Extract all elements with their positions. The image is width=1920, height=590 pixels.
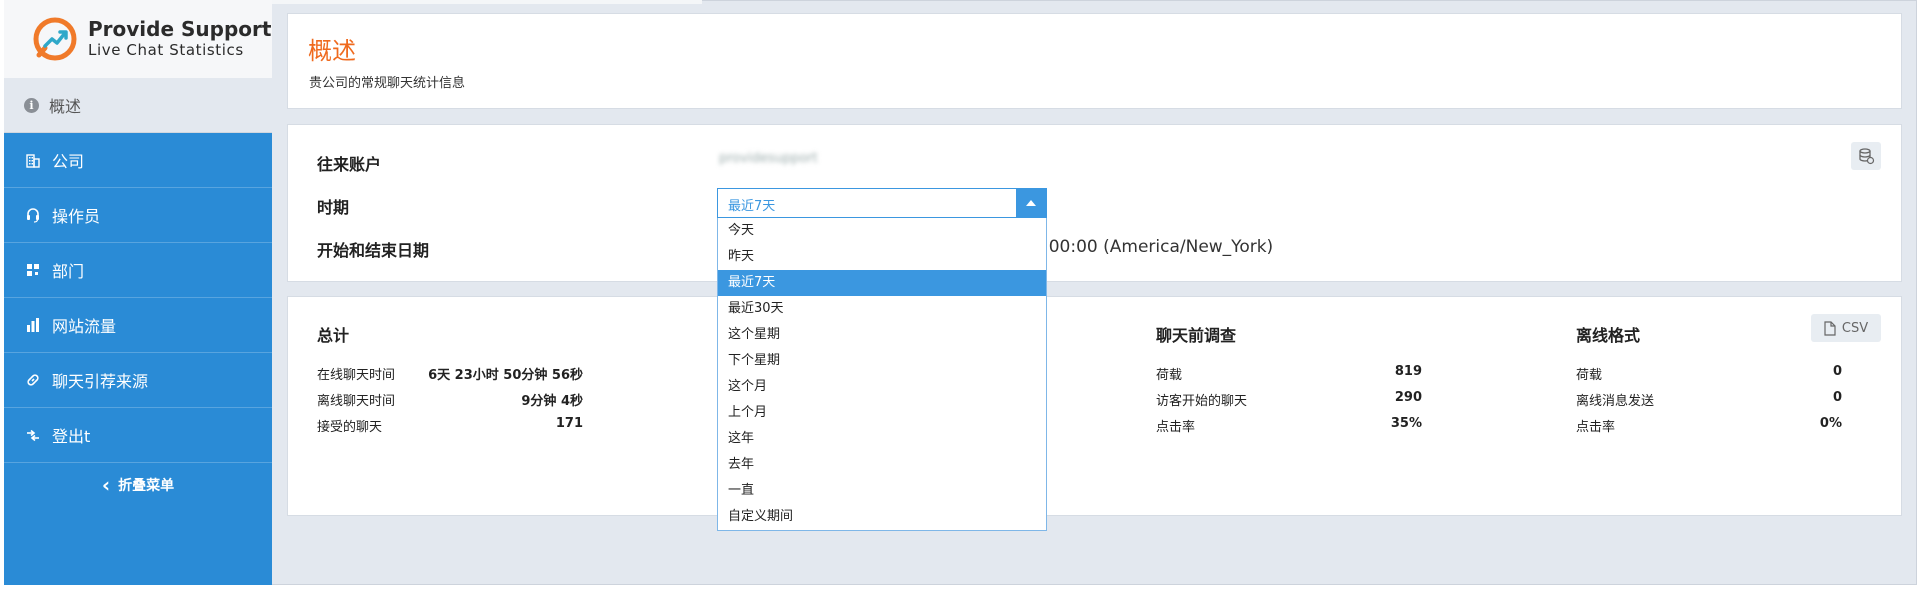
stat-value: 9分钟 4秒 bbox=[521, 394, 583, 409]
stat-value: 0% bbox=[1819, 416, 1842, 431]
stat-label: 离线消息发送 bbox=[1576, 394, 1655, 409]
database-button[interactable] bbox=[1851, 142, 1881, 170]
period-option[interactable]: 去年 bbox=[718, 452, 1046, 478]
offline-form-title: 离线格式 bbox=[1576, 326, 1641, 345]
sidebar-item-label: 登出t bbox=[52, 427, 91, 446]
period-option[interactable]: 这年 bbox=[718, 426, 1046, 452]
sidebar-item-label: 概述 bbox=[49, 97, 82, 116]
sidebar-item-overview[interactable]: i 概述 bbox=[4, 78, 272, 133]
period-dropdown: 今天 昨天 最近7天 最近30天 这个星期 下个星期 这个月 上个月 这年 去年… bbox=[717, 218, 1047, 531]
sidebar-item-company[interactable]: 公司 bbox=[4, 133, 272, 188]
logout-icon bbox=[24, 426, 42, 444]
csv-export-button[interactable]: CSV bbox=[1811, 314, 1881, 342]
sidebar-item-logout[interactable]: 登出t bbox=[4, 408, 272, 463]
logo-icon bbox=[33, 17, 77, 61]
pre-chat-title: 聊天前调查 bbox=[1156, 326, 1237, 345]
stat-label: 在线聊天时间 bbox=[317, 368, 396, 383]
account-value: providesupport bbox=[719, 151, 818, 166]
sidebar-item-label: 公司 bbox=[52, 152, 85, 171]
sidebar-item-label: 聊天引荐来源 bbox=[52, 372, 149, 391]
period-option[interactable]: 这个月 bbox=[718, 374, 1046, 400]
brand-title: Provide Support bbox=[88, 17, 272, 41]
database-icon bbox=[1859, 148, 1875, 165]
file-icon bbox=[1824, 320, 1836, 336]
bar-chart-icon bbox=[24, 316, 42, 334]
stat-label: 荷载 bbox=[1576, 368, 1603, 383]
stat-value: 35% bbox=[1390, 416, 1422, 431]
period-option[interactable]: 昨天 bbox=[718, 244, 1046, 270]
period-option[interactable]: 上个月 bbox=[718, 400, 1046, 426]
logo-area[interactable]: Provide Support Live Chat Statistics bbox=[4, 0, 272, 78]
stat-value: 6天 23小时 50分钟 56秒 bbox=[428, 368, 583, 383]
date-range-value: :00:00 (America/New_York) bbox=[1043, 237, 1274, 257]
period-option[interactable]: 最近30天 bbox=[718, 296, 1046, 322]
stat-value: 0 bbox=[1832, 364, 1842, 379]
date-range-label: 开始和结束日期 bbox=[317, 241, 430, 260]
sidebar-nav: 公司 操作员 部门 网站流量 聊天引荐来源 登出t bbox=[4, 133, 272, 463]
chevron-left-icon: ‹ bbox=[101, 473, 111, 497]
stat-value: 819 bbox=[1394, 364, 1422, 379]
period-option[interactable]: 自定义期间 bbox=[718, 504, 1046, 530]
period-option[interactable]: 今天 bbox=[718, 218, 1046, 244]
stat-label: 接受的聊天 bbox=[317, 420, 383, 435]
collapse-menu-label: 折叠菜单 bbox=[118, 478, 175, 494]
stat-value: 0 bbox=[1832, 390, 1842, 405]
headset-icon bbox=[24, 206, 42, 224]
stat-label: 点击率 bbox=[1576, 420, 1616, 435]
sidebar-item-label: 网站流量 bbox=[52, 317, 117, 336]
stats-panel: CSV 总计 在线聊天时间 6天 23小时 50分钟 56秒 离线聊天时间 9分… bbox=[287, 296, 1902, 516]
sidebar-item-label: 操作员 bbox=[52, 207, 101, 226]
sidebar-item-operators[interactable]: 操作员 bbox=[4, 188, 272, 243]
csv-label: CSV bbox=[1841, 320, 1869, 336]
stat-label: 访客开始的聊天 bbox=[1156, 394, 1248, 409]
period-option[interactable]: 下个星期 bbox=[718, 348, 1046, 374]
period-option[interactable]: 这个星期 bbox=[718, 322, 1046, 348]
stat-value: 290 bbox=[1394, 390, 1422, 405]
filters-panel: 往来账户 providesupport 时期 开始和结束日期 :00:00 (A… bbox=[287, 124, 1902, 282]
sidebar-item-traffic[interactable]: 网站流量 bbox=[4, 298, 272, 353]
overview-header-panel: 概述 贵公司的常规聊天统计信息 bbox=[287, 13, 1902, 109]
period-option-selected[interactable]: 最近7天 bbox=[718, 270, 1046, 296]
stat-value: 171 bbox=[555, 416, 583, 431]
brand-subtitle: Live Chat Statistics bbox=[88, 41, 244, 59]
stat-label: 点击率 bbox=[1156, 420, 1196, 435]
account-label: 往来账户 bbox=[317, 155, 382, 174]
period-selected-value: 最近7天 bbox=[728, 199, 776, 214]
sidebar: Provide Support Live Chat Statistics i 概… bbox=[4, 0, 272, 585]
info-icon: i bbox=[24, 97, 39, 113]
period-label: 时期 bbox=[317, 198, 350, 217]
period-select[interactable]: 最近7天 bbox=[717, 188, 1047, 218]
caret-up-icon[interactable] bbox=[1016, 189, 1046, 217]
stat-label: 离线聊天时间 bbox=[317, 394, 396, 409]
sidebar-item-referrers[interactable]: 聊天引荐来源 bbox=[4, 353, 272, 408]
sidebar-item-departments[interactable]: 部门 bbox=[4, 243, 272, 298]
total-title: 总计 bbox=[317, 326, 350, 345]
page-subtitle: 贵公司的常规聊天统计信息 bbox=[309, 76, 466, 91]
departments-icon bbox=[24, 261, 42, 279]
link-icon bbox=[24, 371, 42, 389]
period-option[interactable]: 一直 bbox=[718, 478, 1046, 504]
top-strip bbox=[272, 0, 702, 4]
page-title: 概述 bbox=[308, 37, 356, 65]
building-icon bbox=[24, 151, 42, 169]
collapse-menu-button[interactable]: ‹ 折叠菜单 bbox=[4, 465, 272, 505]
sidebar-item-label: 部门 bbox=[52, 262, 85, 281]
stat-label: 荷载 bbox=[1156, 368, 1183, 383]
